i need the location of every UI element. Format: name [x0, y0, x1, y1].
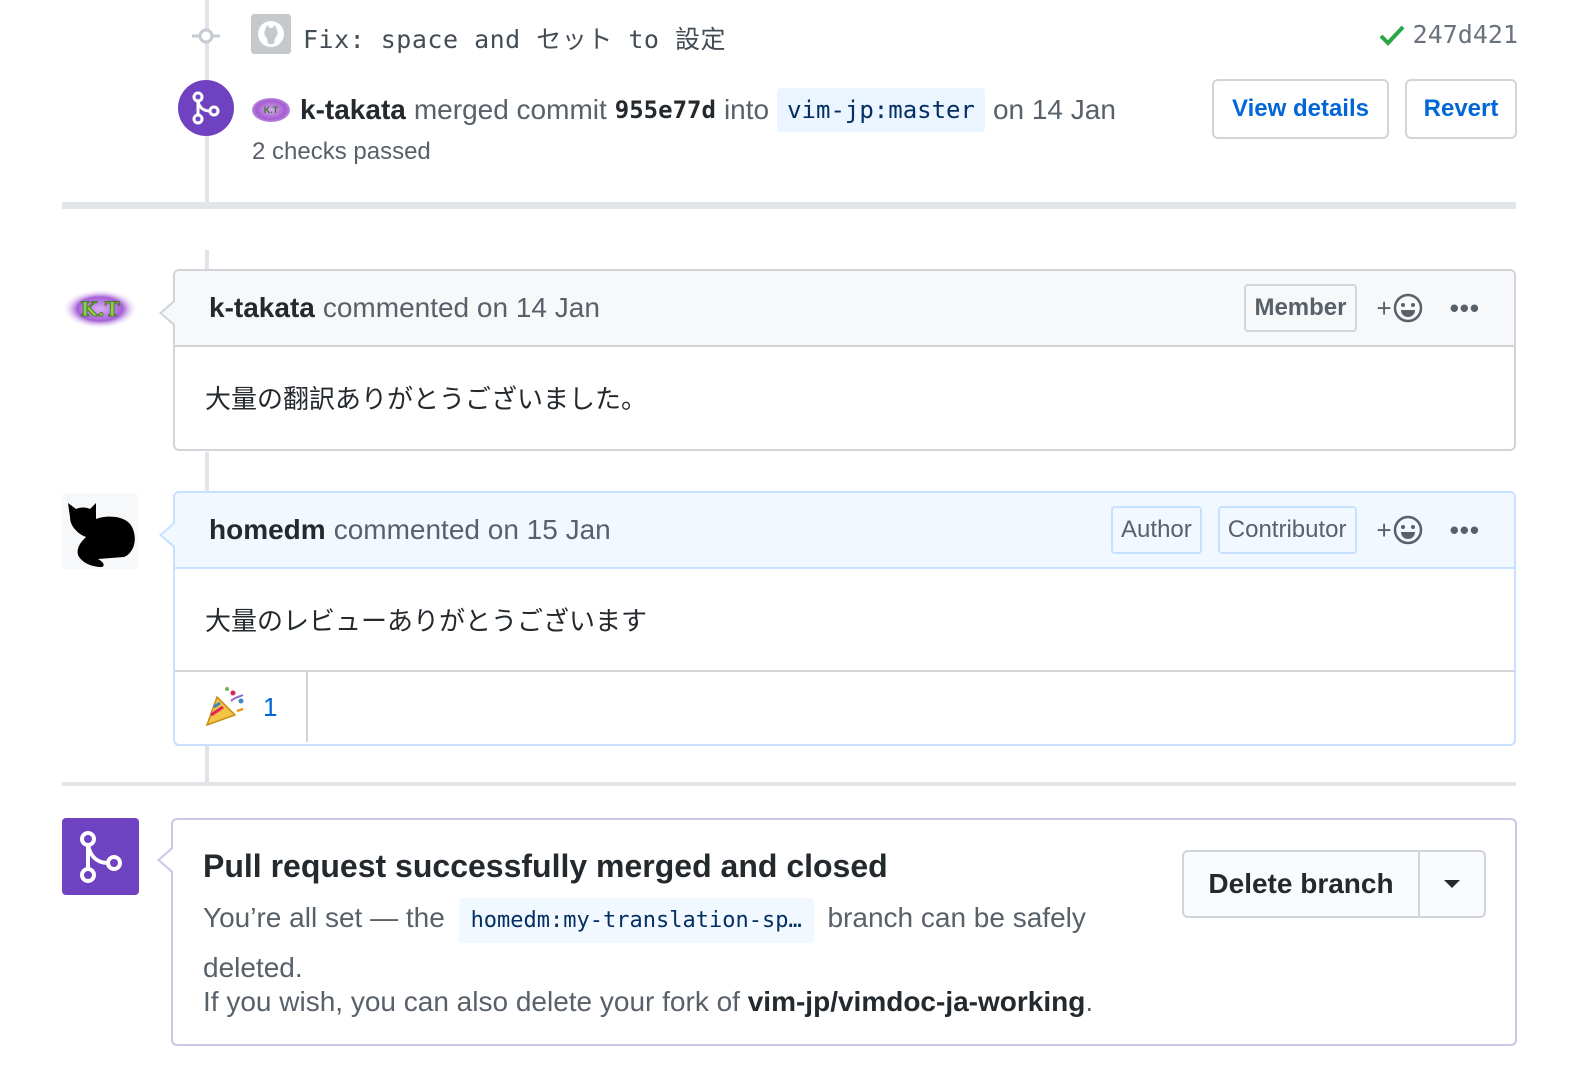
revert-button[interactable]: Revert — [1405, 79, 1517, 139]
commit-sha-link[interactable]: 247d421 — [1413, 20, 1518, 49]
comment-body: 大量の翻訳ありがとうございました。 — [205, 384, 648, 414]
tada-icon — [205, 687, 244, 727]
timeline-divider — [62, 782, 1516, 786]
smiley-icon — [1393, 293, 1422, 323]
comment-homedm: homedm commented on 15 Jan Author Contri… — [159, 491, 1516, 746]
delete-branch-button[interactable]: Delete branch — [1184, 852, 1420, 916]
git-merge-icon — [79, 830, 122, 883]
more-options-button[interactable]: ••• — [1450, 293, 1480, 324]
svg-text:K.T: K.T — [80, 297, 119, 321]
merge-actor-link[interactable]: k-takata — [300, 94, 406, 126]
tada-reaction-button[interactable]: 1 — [175, 672, 308, 742]
timeline-line-mid2 — [205, 452, 209, 492]
comment-header: homedm commented on 15 Jan Author Contri… — [159, 493, 1514, 569]
cat-avatar-icon — [68, 503, 135, 567]
check-icon[interactable] — [1379, 24, 1405, 46]
merged-status-box: Pull request successfully merged and clo… — [157, 818, 1517, 1046]
timeline-divider — [62, 202, 1516, 209]
member-label: Member — [1244, 284, 1357, 332]
target-branch-link[interactable]: vim-jp:master — [777, 88, 985, 132]
merge-event-badge — [178, 80, 234, 136]
avatar[interactable]: K.T — [62, 271, 138, 347]
fork-note-suffix: . — [1085, 986, 1094, 1017]
add-reaction-button[interactable]: + — [1377, 292, 1424, 324]
delete-options-dropdown[interactable] — [1420, 852, 1484, 916]
fork-note-prefix: If you wish, you can also delete your fo… — [203, 986, 740, 1017]
merge-into-text: into — [723, 94, 770, 125]
comment-author-link[interactable]: k-takata — [209, 292, 315, 324]
commit-message-link[interactable]: Fix: space and セット to 設定 — [303, 20, 726, 56]
avatar-text: K.T — [263, 105, 279, 115]
comment-header: k-takata commented on 14 Jan Member + ••… — [159, 271, 1514, 347]
reactions-bar: 1 — [175, 670, 1514, 742]
comment-k-takata: k-takata commented on 14 Jan Member + ••… — [159, 269, 1516, 451]
smiley-icon — [1393, 515, 1422, 545]
avatar[interactable] — [62, 493, 138, 569]
commit-dot-icon — [192, 26, 220, 46]
reaction-count: 1 — [263, 691, 278, 722]
plus-text: + — [1376, 514, 1392, 545]
merged-title: Pull request successfully merged and clo… — [203, 848, 888, 884]
merge-date-link[interactable]: on 14 Jan — [993, 94, 1116, 126]
merge-commit-sha-link[interactable]: 955e77d — [615, 96, 716, 124]
timeline-line-mid3 — [205, 746, 209, 782]
github-avatar[interactable] — [251, 14, 291, 54]
avatar[interactable]: K.T — [252, 98, 290, 122]
more-options-button[interactable]: ••• — [1450, 515, 1480, 546]
commit-status: 247d421 — [1379, 20, 1518, 49]
contributor-label: Contributor — [1217, 506, 1357, 554]
comment-author-link[interactable]: homedm — [209, 514, 326, 546]
comment-body: 大量のレビューありがとうございます — [205, 606, 648, 636]
comment-timestamp-link[interactable]: commented on 15 Jan — [334, 514, 611, 546]
delete-branch-group: Delete branch — [1182, 850, 1486, 918]
caret-down-icon — [1444, 880, 1460, 888]
author-label: Author — [1111, 506, 1202, 554]
git-merge-icon — [192, 91, 220, 125]
merged-text-prefix: You’re all set — the — [203, 902, 445, 933]
merged-status-icon — [62, 818, 139, 895]
github-icon — [258, 21, 284, 47]
checks-status-text: 2 checks passed — [252, 138, 431, 165]
plus-text: + — [1376, 292, 1392, 323]
head-branch-ref[interactable]: homedm:my-translation-sp… — [458, 898, 814, 943]
fork-note: If you wish, you can also delete your fo… — [203, 986, 1093, 1018]
fork-repo-link[interactable]: vim-jp/vimdoc-ja-working — [748, 986, 1086, 1017]
merged-description: You’re all set — the homedm:my-translati… — [203, 894, 1123, 991]
view-details-button[interactable]: View details — [1212, 79, 1389, 139]
comment-timestamp-link[interactable]: commented on 14 Jan — [323, 292, 600, 324]
add-reaction-button[interactable]: + — [1377, 514, 1424, 546]
merge-action-text: merged commit — [413, 94, 607, 125]
merge-event-line: K.T k-takata merged commit 955e77d into … — [252, 88, 1116, 132]
